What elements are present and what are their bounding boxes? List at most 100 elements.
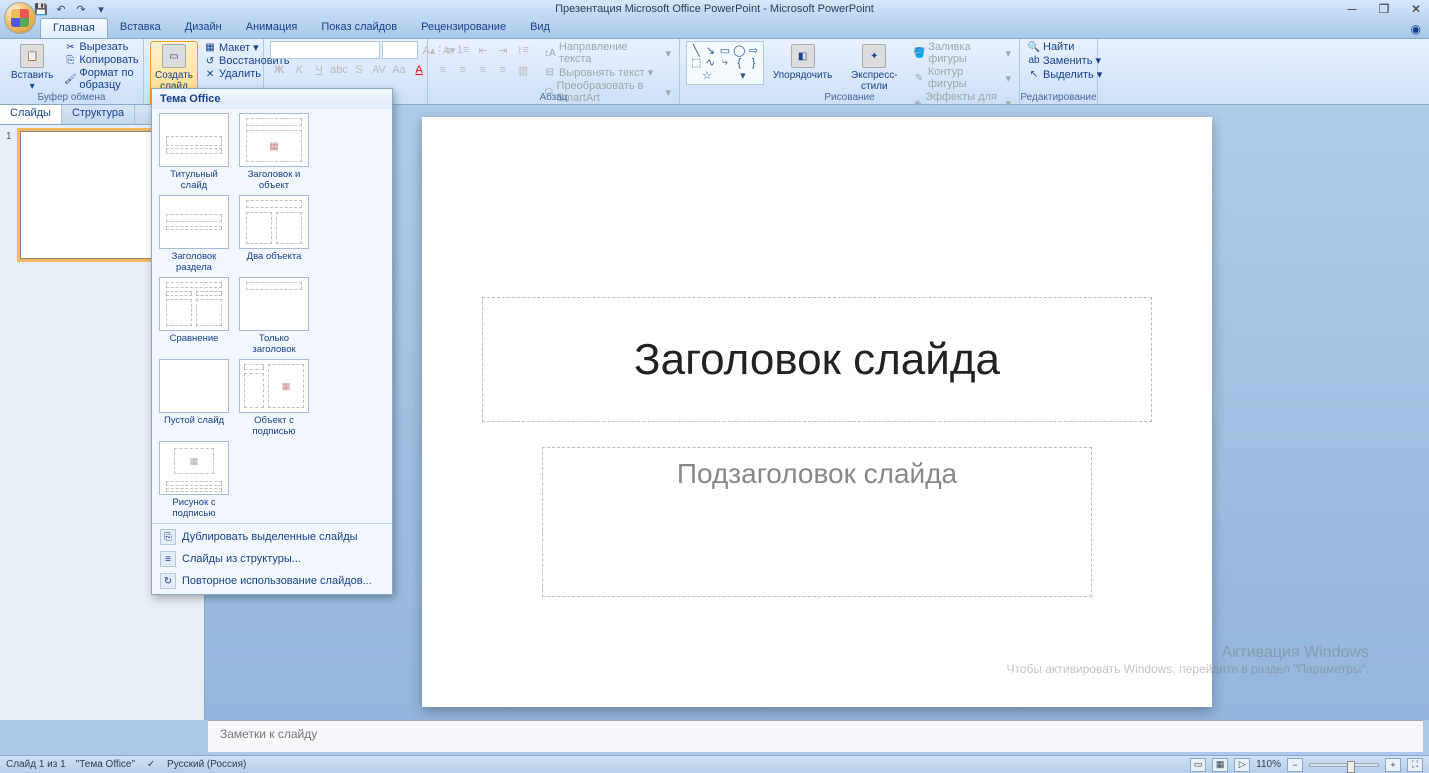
- maximize-button[interactable]: ❐: [1375, 2, 1393, 16]
- indent-inc-button[interactable]: ⇥: [494, 41, 512, 59]
- zoom-slider[interactable]: [1309, 763, 1379, 767]
- slideshow-view-button[interactable]: ▷: [1234, 758, 1250, 772]
- align-text-button[interactable]: ⊟Выровнять текст ▾: [542, 66, 673, 79]
- find-button[interactable]: 🔍Найти: [1026, 41, 1104, 53]
- textbox-shape-icon[interactable]: ⬚: [689, 57, 703, 69]
- title-placeholder[interactable]: Заголовок слайда: [482, 297, 1152, 422]
- quick-styles-button[interactable]: ✦Экспресс-стили: [841, 41, 907, 95]
- bullets-button[interactable]: ⋮≡: [434, 41, 452, 59]
- bold-button[interactable]: Ж: [270, 61, 288, 79]
- underline-button[interactable]: Ч: [310, 61, 328, 79]
- minimize-button[interactable]: ─: [1343, 2, 1361, 16]
- layout-gallery-popup: Тема Office Титульный слайд▦Заголовок и …: [151, 88, 393, 595]
- help-icon[interactable]: ◉: [1411, 22, 1421, 36]
- layout-option-4[interactable]: Сравнение: [156, 277, 232, 355]
- columns-button[interactable]: ▥: [514, 61, 532, 79]
- text-direction-button[interactable]: ↕AНаправление текста ▾: [542, 41, 673, 65]
- brace-shape-icon[interactable]: {: [732, 57, 746, 69]
- layout-label: Пустой слайд: [164, 415, 224, 437]
- fit-button[interactable]: ⛶: [1407, 758, 1423, 772]
- tab-animation[interactable]: Анимация: [234, 18, 310, 38]
- slide[interactable]: Заголовок слайда Подзаголовок слайда: [422, 117, 1212, 707]
- align-left-button[interactable]: ≡: [434, 61, 452, 79]
- italic-button[interactable]: К: [290, 61, 308, 79]
- office-logo-icon: [11, 9, 29, 27]
- layout-thumb: ▦: [159, 441, 229, 495]
- justify-button[interactable]: ≡: [494, 61, 512, 79]
- tab-insert[interactable]: Вставка: [108, 18, 173, 38]
- layout-option-7[interactable]: ▦Объект с подписью: [236, 359, 312, 437]
- change-case-button[interactable]: Aa: [390, 61, 408, 79]
- connector-shape-icon[interactable]: ⤷: [718, 57, 732, 69]
- layout-option-6[interactable]: Пустой слайд: [156, 359, 232, 437]
- notes-pane[interactable]: Заметки к слайду: [208, 720, 1423, 752]
- indent-dec-button[interactable]: ⇤: [474, 41, 492, 59]
- format-painter-button[interactable]: 🖌Формат по образцу: [62, 67, 140, 91]
- replace-button[interactable]: abЗаменить ▾: [1026, 54, 1104, 67]
- layout-option-5[interactable]: Только заголовок: [236, 277, 312, 355]
- tab-design[interactable]: Дизайн: [173, 18, 234, 38]
- layout-label: Два объекта: [247, 251, 302, 273]
- paste-button[interactable]: 📋 Вставить▾: [6, 41, 58, 95]
- arrow2-shape-icon[interactable]: ⇨: [747, 44, 761, 56]
- rect-shape-icon[interactable]: ▭: [718, 44, 732, 56]
- layout-thumb: [159, 195, 229, 249]
- numbering-button[interactable]: 1≡: [454, 41, 472, 59]
- arrow-shape-icon[interactable]: ↘: [704, 44, 718, 56]
- layout-option-3[interactable]: Два объекта: [236, 195, 312, 273]
- tab-review[interactable]: Рецензирование: [409, 18, 518, 38]
- office-button[interactable]: [4, 2, 36, 34]
- undo-icon[interactable]: ↶: [54, 2, 68, 16]
- title-text: Заголовок слайда: [634, 335, 1000, 385]
- zoom-out-button[interactable]: −: [1287, 758, 1303, 772]
- copy-button[interactable]: ⎘Копировать: [62, 54, 140, 66]
- tab-view[interactable]: Вид: [518, 18, 562, 38]
- line-shape-icon[interactable]: ╲: [689, 44, 703, 56]
- font-color-button[interactable]: A: [410, 61, 428, 79]
- curve-shape-icon[interactable]: ∿: [704, 57, 718, 69]
- char-spacing-button[interactable]: AV: [370, 61, 388, 79]
- shadow-button[interactable]: S: [350, 61, 368, 79]
- zoom-level[interactable]: 110%: [1256, 759, 1281, 770]
- close-button[interactable]: ✕: [1407, 2, 1425, 16]
- strike-button[interactable]: abc: [330, 61, 348, 79]
- cut-button[interactable]: ✂Вырезать: [62, 41, 140, 53]
- line-spacing-button[interactable]: ↕≡: [514, 41, 532, 59]
- align-center-button[interactable]: ≡: [454, 61, 472, 79]
- layout-label: Заголовок раздела: [156, 251, 232, 273]
- tab-home[interactable]: Главная: [40, 18, 108, 38]
- arrange-button[interactable]: ◧Упорядочить: [768, 41, 838, 84]
- outline-icon: ≡: [160, 551, 176, 567]
- reuse-slides-item[interactable]: ↻Повторное использование слайдов...: [152, 570, 392, 592]
- outline-tab[interactable]: Структура: [62, 105, 135, 124]
- save-icon[interactable]: 💾: [34, 2, 48, 16]
- shape-outline-button[interactable]: ✎Контур фигуры ▾: [911, 66, 1013, 90]
- brace2-shape-icon[interactable]: }: [747, 57, 761, 69]
- layout-option-1[interactable]: ▦Заголовок и объект: [236, 113, 312, 191]
- layout-option-8[interactable]: ▦Рисунок с подписью: [156, 441, 232, 519]
- zoom-in-button[interactable]: +: [1385, 758, 1401, 772]
- font-size-combo[interactable]: [382, 41, 418, 59]
- redo-icon[interactable]: ↷: [74, 2, 88, 16]
- qat-dropdown-icon[interactable]: ▾: [94, 2, 108, 16]
- layout-option-0[interactable]: Титульный слайд: [156, 113, 232, 191]
- language-indicator[interactable]: Русский (Россия): [167, 759, 246, 770]
- font-family-combo[interactable]: [270, 41, 380, 59]
- shape-fill-button[interactable]: 🪣Заливка фигуры ▾: [911, 41, 1013, 65]
- layout-option-2[interactable]: Заголовок раздела: [156, 195, 232, 273]
- layout-label: Объект с подписью: [236, 415, 312, 437]
- subtitle-placeholder[interactable]: Подзаголовок слайда: [542, 447, 1092, 597]
- slides-tab[interactable]: Слайды: [0, 105, 62, 124]
- oval-shape-icon[interactable]: ◯: [732, 44, 746, 56]
- star-shape-icon[interactable]: ☆: [700, 70, 714, 82]
- normal-view-button[interactable]: ▭: [1190, 758, 1206, 772]
- spellcheck-icon[interactable]: ✓: [145, 759, 157, 771]
- sorter-view-button[interactable]: ▦: [1212, 758, 1228, 772]
- duplicate-slides-item[interactable]: ⎘Дублировать выделенные слайды: [152, 526, 392, 548]
- tab-slideshow[interactable]: Показ слайдов: [309, 18, 409, 38]
- shapes-gallery[interactable]: ╲↘▭◯⇨ ⬚ ∿⤷{} ☆ ▾: [686, 41, 764, 85]
- align-right-button[interactable]: ≡: [474, 61, 492, 79]
- more-shapes-icon[interactable]: ▾: [736, 70, 750, 82]
- slides-from-outline-item[interactable]: ≡Слайды из структуры...: [152, 548, 392, 570]
- select-button[interactable]: ↖Выделить ▾: [1026, 68, 1104, 81]
